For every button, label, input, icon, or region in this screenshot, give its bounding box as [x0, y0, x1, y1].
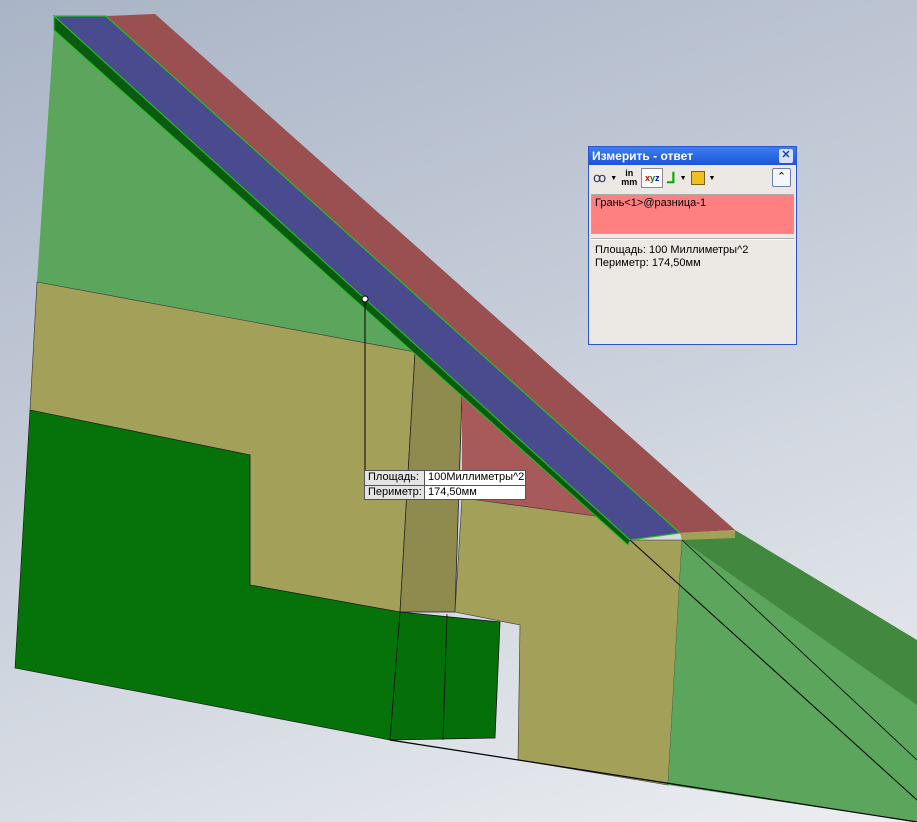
dialog-titlebar[interactable]: Измерить - ответ ✕	[589, 147, 796, 165]
selection-list[interactable]: Грань<1>@разница-1	[591, 194, 794, 234]
coordinate-system-icon[interactable]: ⅃	[667, 168, 675, 188]
projection-icon[interactable]	[690, 168, 705, 188]
units-button[interactable]: in mm	[621, 168, 637, 188]
result-area: Площадь: 100 Миллиметры^2	[595, 244, 749, 256]
chevron-down-icon[interactable]: ▼	[680, 175, 687, 182]
close-button[interactable]: ✕	[779, 149, 793, 163]
area-value: 100Миллиметры^2	[428, 471, 525, 483]
dialog-title: Измерить - ответ	[592, 149, 693, 163]
chevron-down-icon[interactable]: ▼	[610, 175, 617, 182]
perimeter-label: Периметр:	[365, 486, 425, 499]
dialog-toolbar: ꝏ ▼ in mm xyz ⅃ ▼ ▼ ⌃	[589, 165, 796, 191]
callout-anchor	[361, 295, 369, 303]
collapse-button[interactable]: ⌃	[772, 168, 791, 187]
measure-dialog: Измерить - ответ ✕ ꝏ ▼ in mm xyz ⅃ ▼ ▼ ⌃ Гра…	[588, 146, 797, 345]
xyz-icon[interactable]: xyz	[641, 168, 664, 188]
area-label: Площадь:	[365, 471, 425, 485]
arc-circle-measure-icon[interactable]: ꝏ	[593, 168, 606, 188]
chevron-down-icon[interactable]: ▼	[709, 175, 716, 182]
perimeter-value: 174,50мм	[428, 486, 477, 498]
result-perimeter: Периметр: 174,50мм	[595, 257, 701, 269]
model-viewport[interactable]	[0, 0, 917, 822]
measure-callout[interactable]: Площадь: 100Миллиметры^2 Периметр: 174,50м…	[364, 470, 526, 500]
results-panel: Площадь: 100 Миллиметры^2 Периметр: 174,…	[589, 240, 796, 274]
